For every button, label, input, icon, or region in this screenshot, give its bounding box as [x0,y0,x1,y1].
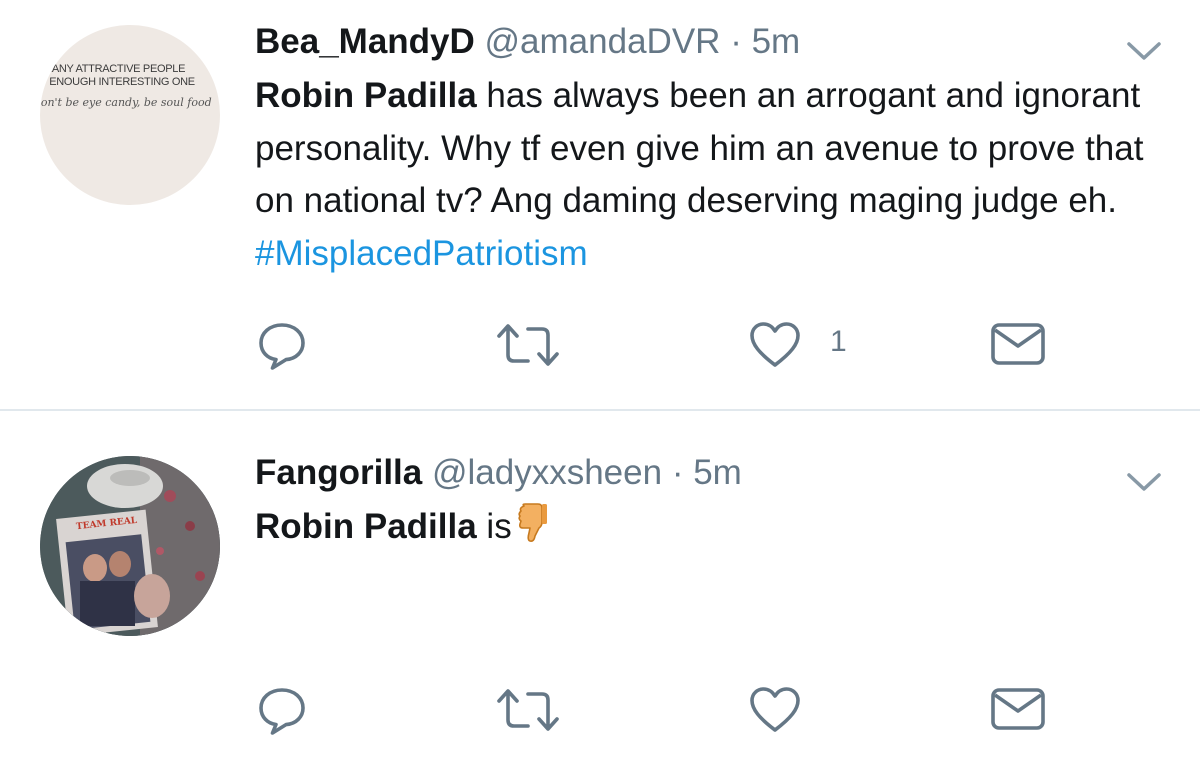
tweet[interactable]: TEAM REAL Fangorilla @ladyxxsheen · 5m R… [0,411,1200,771]
user-handle[interactable]: @ladyxxsheen [432,453,662,492]
avatar-text: OT ENOUGH INTERESTING ONE [40,76,195,88]
retweet-icon [497,689,559,731]
direct-message-icon [991,688,1045,730]
tweet-header: Fangorilla @ladyxxsheen · 5m [255,451,742,495]
reply-button[interactable] [257,321,307,381]
reply-button[interactable] [257,686,307,746]
like-icon [750,687,800,732]
like-button[interactable] [749,686,801,746]
tweet[interactable]: O MANY ATTRACTIVE PEOPLE OT ENOUGH INTER… [0,0,1200,410]
chevron-down-icon[interactable] [1126,471,1162,493]
avatar-text: Don't be eye candy, be soul food [40,96,212,109]
direct-message-button[interactable] [990,321,1046,381]
separator: · [730,22,742,61]
tweet-text: Robin Padilla is [255,501,1175,560]
action-bar [0,680,1200,740]
hashtag-link[interactable]: #MisplacedPatriotism [255,234,588,273]
mention-name: Robin Padilla [255,76,477,115]
direct-message-icon [991,323,1045,365]
direct-message-button[interactable] [990,686,1046,746]
avatar[interactable]: TEAM REAL [40,456,220,636]
display-name[interactable]: Bea_MandyD [255,22,475,61]
retweet-button[interactable] [495,323,561,383]
like-icon [750,322,800,367]
thumbs-down-emoji [518,502,548,560]
action-bar: 1 [0,315,1200,375]
timestamp[interactable]: 5m [693,453,742,492]
tweet-text: Robin Padilla has always been an arrogan… [255,70,1175,280]
separator: · [671,453,684,492]
reply-icon [259,323,305,370]
retweet-button[interactable] [495,688,561,748]
like-button[interactable] [749,321,801,381]
display-name[interactable]: Fangorilla [255,453,422,492]
user-handle[interactable]: @amandaDVR [485,22,721,61]
tweet-header: Bea_MandyD @amandaDVR · 5m [255,20,800,64]
tweet-body: is [476,507,512,546]
avatar[interactable]: O MANY ATTRACTIVE PEOPLE OT ENOUGH INTER… [40,25,220,205]
timestamp[interactable]: 5m [752,22,801,61]
like-count: 1 [830,325,847,358]
chevron-down-icon[interactable] [1126,40,1162,62]
avatar-photo [40,456,220,636]
retweet-icon [497,324,559,366]
avatar-text: O MANY ATTRACTIVE PEOPLE [40,63,186,75]
reply-icon [259,688,305,735]
mention-name: Robin Padilla [255,507,477,546]
